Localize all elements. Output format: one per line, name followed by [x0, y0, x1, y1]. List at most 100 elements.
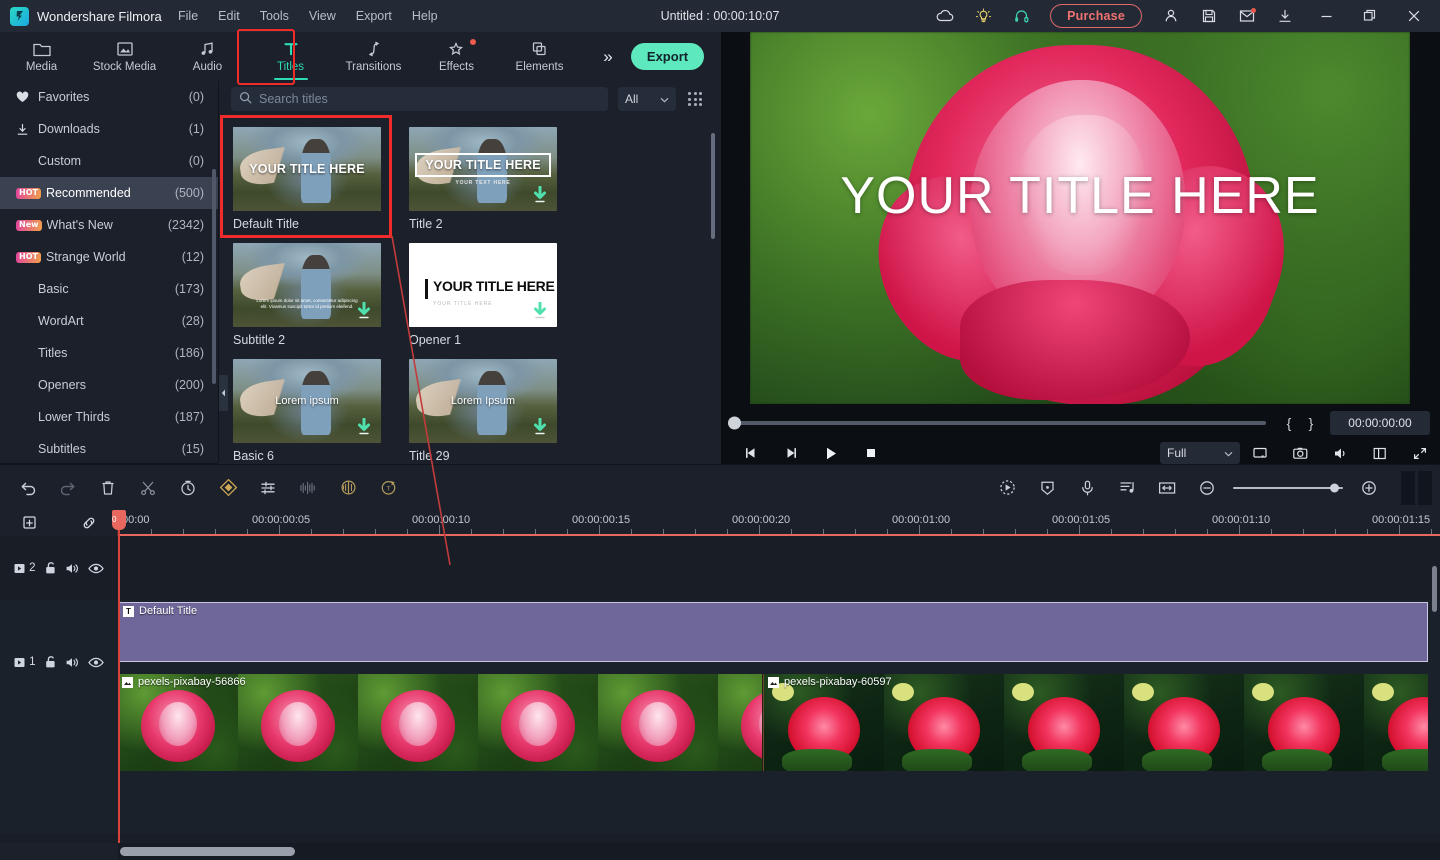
category-scrollbar[interactable] — [212, 169, 216, 384]
timeline-horizontal-scrollbar[interactable] — [118, 843, 1440, 860]
undo-button[interactable] — [8, 465, 48, 511]
download-icon[interactable] — [1266, 0, 1304, 32]
filter-dropdown[interactable]: All — [618, 87, 676, 111]
zoom-in-button[interactable] — [1349, 465, 1389, 511]
sidebar-item-subtitles[interactable]: Subtitles (15) — [0, 433, 218, 463]
headset-icon[interactable] — [1002, 0, 1040, 32]
eye-icon[interactable] — [88, 563, 104, 574]
auto-reframe-button[interactable]: T — [368, 465, 408, 511]
download-icon[interactable] — [532, 302, 548, 320]
menu-help[interactable]: Help — [412, 9, 438, 23]
template-card-subtitle-2[interactable]: Lorem ipsum dolor sit amet, consectetur … — [233, 243, 393, 347]
timeline-ruler[interactable]: 00:00 00:00:00:05 00:00:00:10 00:00:00:1… — [118, 510, 1440, 536]
save-icon[interactable] — [1190, 0, 1228, 32]
zoom-slider-handle[interactable] — [1330, 483, 1339, 492]
sidebar-item-wordart[interactable]: WordArt (28) — [0, 305, 218, 337]
sidebar-item-openers[interactable]: Openers (200) — [0, 369, 218, 401]
redo-button[interactable] — [48, 465, 88, 511]
mark-in-button[interactable]: { — [1278, 415, 1300, 431]
template-card-basic-6[interactable]: Lorem ipsum Basic 6 — [233, 359, 393, 463]
sidebar-item-custom[interactable]: Custom (0) — [0, 145, 218, 177]
tab-titles[interactable]: Titles — [249, 32, 332, 81]
collapse-panel-button[interactable] — [219, 375, 228, 411]
fullscreen-button[interactable] — [1400, 442, 1440, 464]
timeline-vertical-scrollbar[interactable] — [1432, 566, 1437, 612]
grid-view-button[interactable] — [682, 87, 708, 111]
menu-file[interactable]: File — [178, 9, 198, 23]
volume-button[interactable] — [1320, 442, 1360, 464]
mark-out-button[interactable]: } — [1300, 415, 1322, 431]
link-clips-button[interactable] — [59, 510, 118, 536]
scrubber-handle[interactable] — [728, 416, 741, 430]
mute-speaker-icon[interactable] — [65, 656, 80, 669]
more-tabs-button[interactable]: » — [591, 37, 625, 77]
download-icon[interactable] — [532, 186, 548, 204]
pop-out-button[interactable] — [1360, 442, 1400, 464]
snapshot-button[interactable] — [1280, 442, 1320, 464]
audio-mixer-button[interactable] — [1107, 465, 1147, 511]
download-icon[interactable] — [532, 418, 548, 436]
video-canvas[interactable]: YOUR TITLE HERE — [750, 32, 1410, 404]
color-match-button[interactable] — [248, 465, 288, 511]
tab-transitions[interactable]: Transitions — [332, 32, 415, 81]
download-icon[interactable] — [356, 302, 372, 320]
keyframe-button[interactable] — [208, 465, 248, 511]
record-voiceover-button[interactable] — [1067, 465, 1107, 511]
unlock-icon[interactable] — [44, 561, 57, 575]
eye-icon[interactable] — [88, 657, 104, 668]
menu-view[interactable]: View — [309, 9, 336, 23]
prev-frame-button[interactable] — [731, 442, 771, 464]
preview-timecode[interactable]: 00:00:00:00 — [1330, 411, 1430, 435]
menu-tools[interactable]: Tools — [260, 9, 289, 23]
cloud-icon[interactable] — [926, 0, 964, 32]
quality-dropdown[interactable]: Full — [1160, 442, 1240, 464]
sidebar-item-favorites[interactable]: Favorites (0) — [0, 81, 218, 113]
template-card-default-title[interactable]: YOUR TITLE HERE Default Title — [233, 127, 393, 231]
menu-edit[interactable]: Edit — [218, 9, 240, 23]
stop-button[interactable] — [851, 442, 891, 464]
account-icon[interactable] — [1152, 0, 1190, 32]
fit-timeline-button[interactable] — [1147, 465, 1187, 511]
timeline-scroll-thumb[interactable] — [120, 847, 295, 856]
template-card-title-29[interactable]: Lorem Ipsum Title 29 — [409, 359, 569, 463]
audio-ducking-button[interactable] — [328, 465, 368, 511]
download-icon[interactable] — [356, 418, 372, 436]
screen-mode-button[interactable] — [1240, 442, 1280, 464]
zoom-out-button[interactable] — [1187, 465, 1227, 511]
audio-detach-button[interactable] — [288, 465, 328, 511]
purchase-button[interactable]: Purchase — [1050, 4, 1142, 28]
delete-button[interactable] — [88, 465, 128, 511]
playhead-handle[interactable]: 0 — [112, 510, 126, 530]
sidebar-item-strange-world[interactable]: HOT Strange World (12) — [0, 241, 218, 273]
speed-button[interactable] — [168, 465, 208, 511]
template-card-opener-1[interactable]: YOUR TITLE HERE YOUR TITLE HERE Opener 1 — [409, 243, 569, 347]
next-frame-button[interactable] — [771, 442, 811, 464]
sidebar-item-recommended[interactable]: HOT Recommended (500) — [0, 177, 218, 209]
tab-audio[interactable]: Audio — [166, 32, 249, 81]
play-button[interactable] — [811, 442, 851, 464]
timeline-clip-pexels-60597[interactable]: pexels-pixabay-60597 — [763, 674, 1428, 771]
export-button[interactable]: Export — [631, 43, 704, 70]
minimize-button[interactable] — [1304, 0, 1348, 32]
template-scroll-area[interactable]: YOUR TITLE HERE Default Title YOUR TITLE… — [219, 117, 720, 463]
unlock-icon[interactable] — [44, 655, 57, 669]
template-scrollbar[interactable] — [711, 133, 715, 239]
close-button[interactable] — [1392, 0, 1436, 32]
split-button[interactable] — [128, 465, 168, 511]
mask-button[interactable] — [1027, 465, 1067, 511]
maximize-button[interactable] — [1348, 0, 1392, 32]
timeline-clip-default-title[interactable]: T Default Title — [118, 602, 1428, 662]
zoom-slider[interactable] — [1233, 465, 1343, 511]
sidebar-item-lower-thirds[interactable]: Lower Thirds (187) — [0, 401, 218, 433]
sidebar-item-basic[interactable]: Basic (173) — [0, 273, 218, 305]
preview-scrubber[interactable] — [728, 416, 1266, 430]
tab-effects[interactable]: Effects — [415, 32, 498, 81]
search-box[interactable] — [231, 87, 608, 111]
sidebar-item-titles[interactable]: Titles (186) — [0, 337, 218, 369]
mail-icon[interactable] — [1228, 0, 1266, 32]
search-input[interactable] — [259, 92, 600, 106]
tab-media[interactable]: Media — [0, 32, 83, 81]
sidebar-item-whats-new[interactable]: New What's New (2342) — [0, 209, 218, 241]
sidebar-item-downloads[interactable]: Downloads (1) — [0, 113, 218, 145]
tab-elements[interactable]: Elements — [498, 32, 581, 81]
